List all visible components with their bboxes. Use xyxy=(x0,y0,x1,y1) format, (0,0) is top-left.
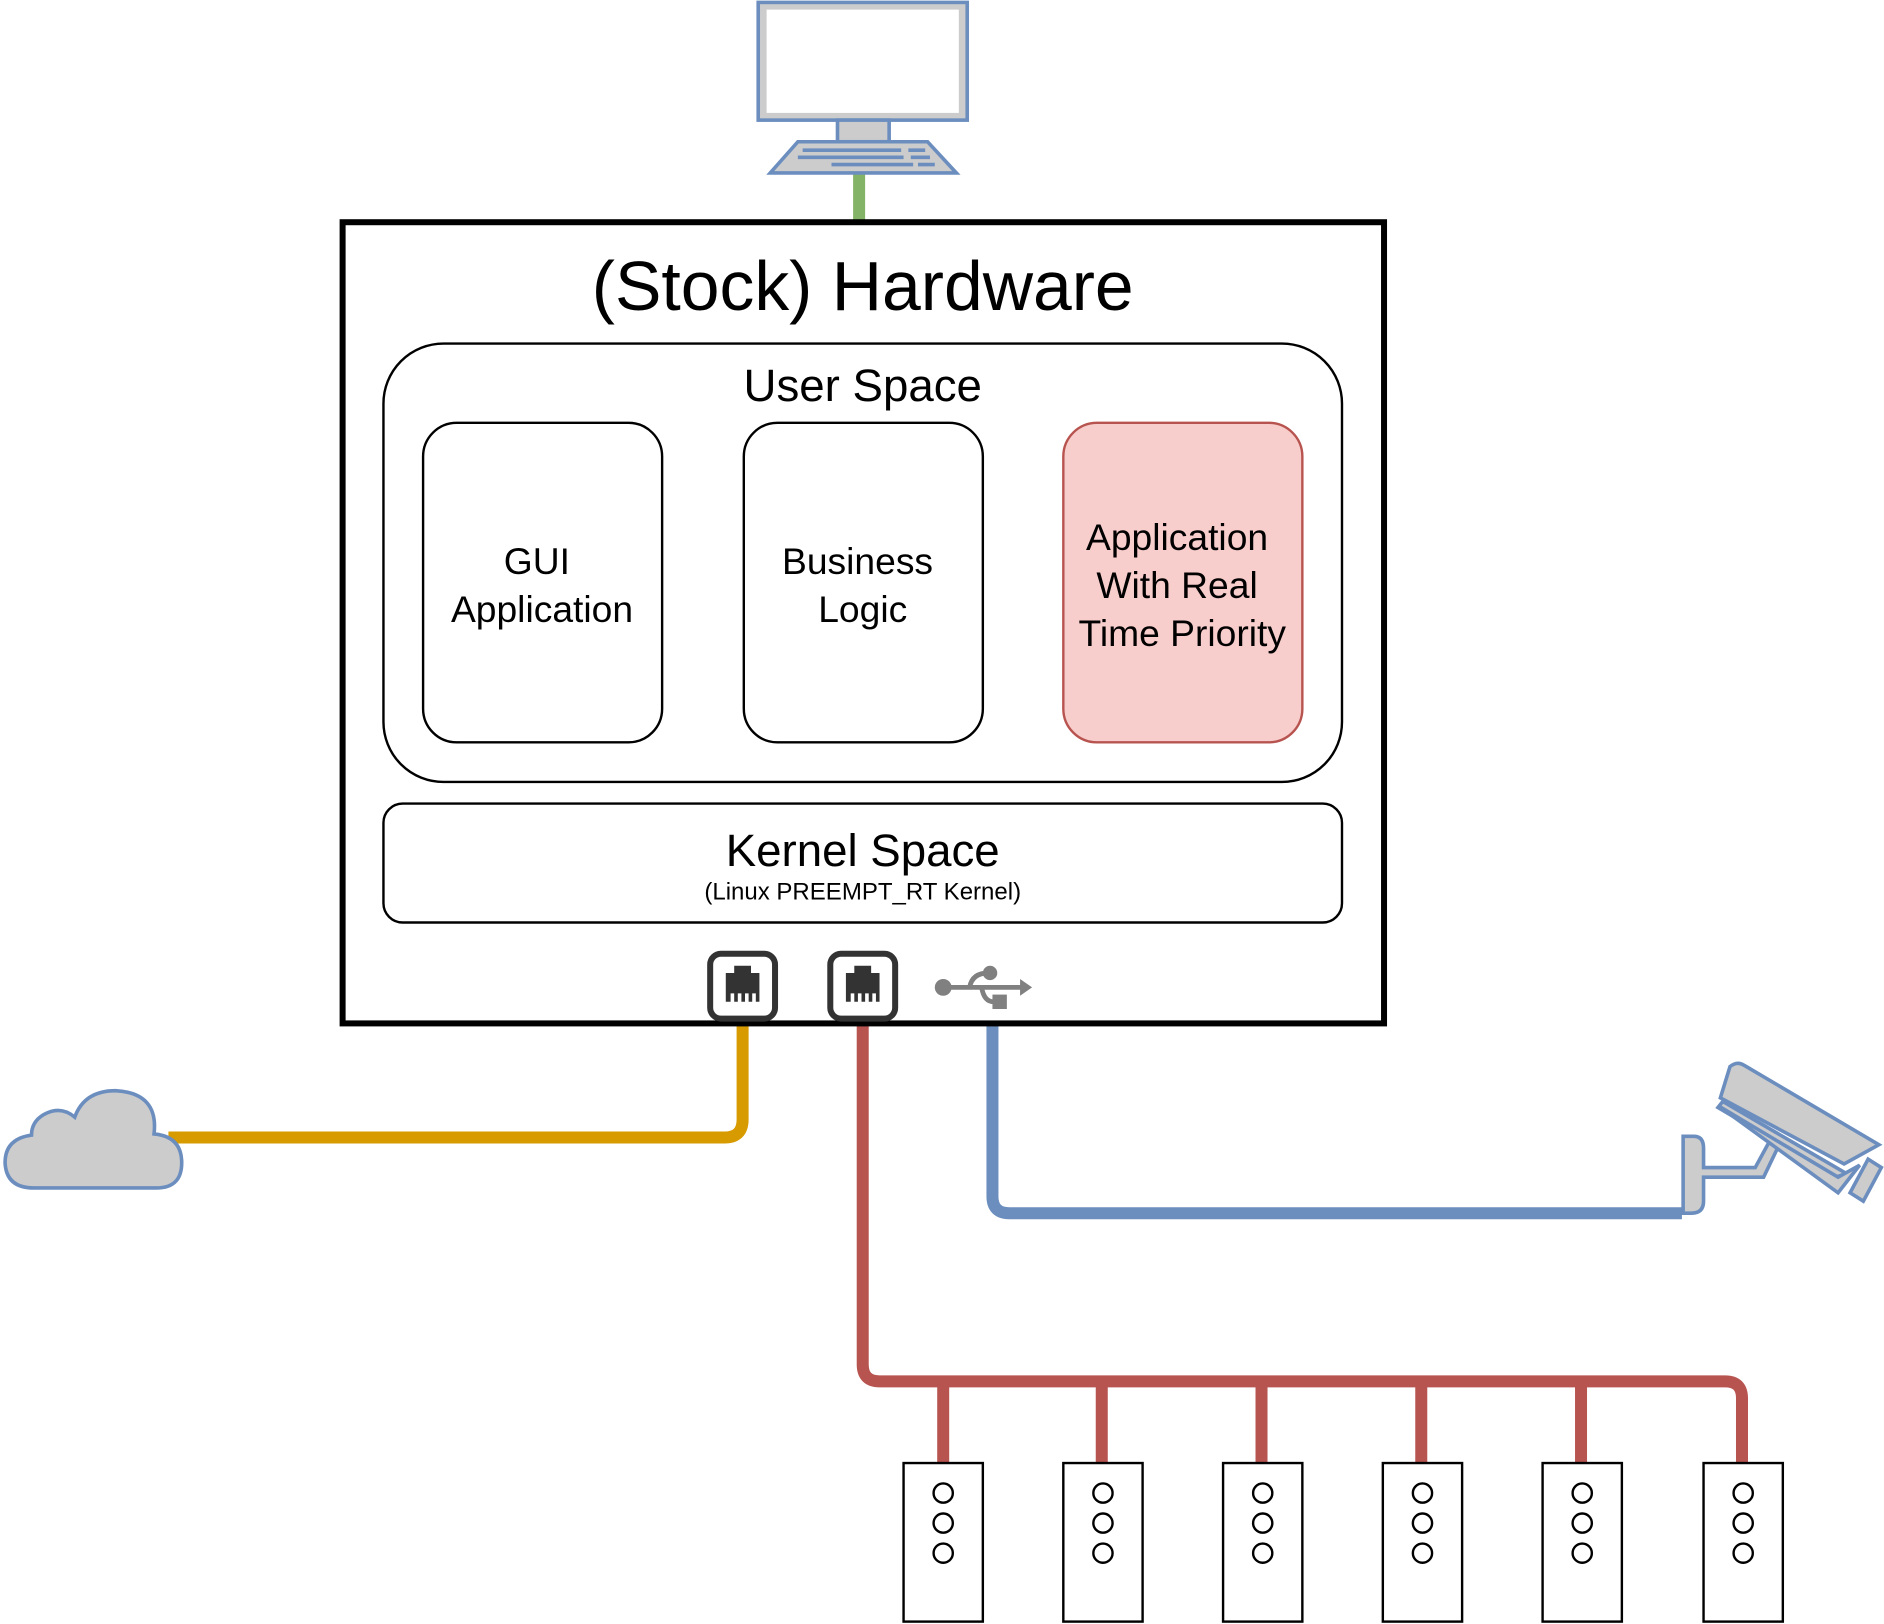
io-device-icon[interactable] xyxy=(1541,1461,1624,1623)
io-device-icon[interactable] xyxy=(1381,1461,1464,1623)
device-led xyxy=(1732,1512,1754,1534)
fieldbus-drops xyxy=(937,1381,1588,1464)
device-led xyxy=(1251,1512,1274,1534)
gui-application-box[interactable] xyxy=(421,421,664,744)
hardware-title: (Stock) Hardware xyxy=(592,247,1134,325)
cloud-link xyxy=(168,1023,749,1144)
device-led xyxy=(1251,1542,1274,1564)
io-device-icon[interactable] xyxy=(1221,1461,1304,1623)
device-led xyxy=(1571,1542,1594,1564)
computer-monitor-icon xyxy=(756,0,970,175)
io-devices xyxy=(902,1461,1785,1623)
user-space-title: User Space xyxy=(744,360,982,411)
camera-link xyxy=(986,1023,1682,1220)
io-device-icon[interactable] xyxy=(1702,1461,1785,1623)
io-device-icon[interactable] xyxy=(902,1461,985,1623)
device-led xyxy=(1092,1542,1114,1564)
device-led xyxy=(1251,1482,1274,1504)
cloud-icon xyxy=(3,1088,184,1190)
kernel-space-subtitle: (Linux PREEMPT_RT Kernel) xyxy=(704,879,1021,906)
kernel-space-title: Kernel Space xyxy=(726,825,1000,876)
io-device-icon[interactable] xyxy=(1062,1461,1144,1623)
ethernet-icon xyxy=(707,950,779,1022)
security-camera-icon xyxy=(1681,1061,1884,1215)
device-led xyxy=(1571,1482,1594,1504)
device-led xyxy=(932,1542,955,1564)
device-led xyxy=(1411,1542,1434,1564)
device-led xyxy=(932,1482,955,1504)
ethernet-icon xyxy=(827,950,899,1022)
device-led xyxy=(1411,1482,1434,1504)
usb-icon xyxy=(934,965,1033,1009)
device-led xyxy=(1092,1482,1114,1504)
device-led xyxy=(1411,1512,1434,1534)
device-led xyxy=(1092,1512,1114,1534)
architecture-diagram: (Stock) Hardware User Space GUI Applicat… xyxy=(3,0,1884,1623)
business-logic-box[interactable] xyxy=(742,421,985,744)
device-led xyxy=(1571,1512,1594,1534)
device-led xyxy=(1732,1542,1754,1564)
realtime-application-label: Application With Real Time Priority xyxy=(1079,516,1287,654)
device-led xyxy=(1732,1482,1754,1504)
device-led xyxy=(932,1512,955,1534)
